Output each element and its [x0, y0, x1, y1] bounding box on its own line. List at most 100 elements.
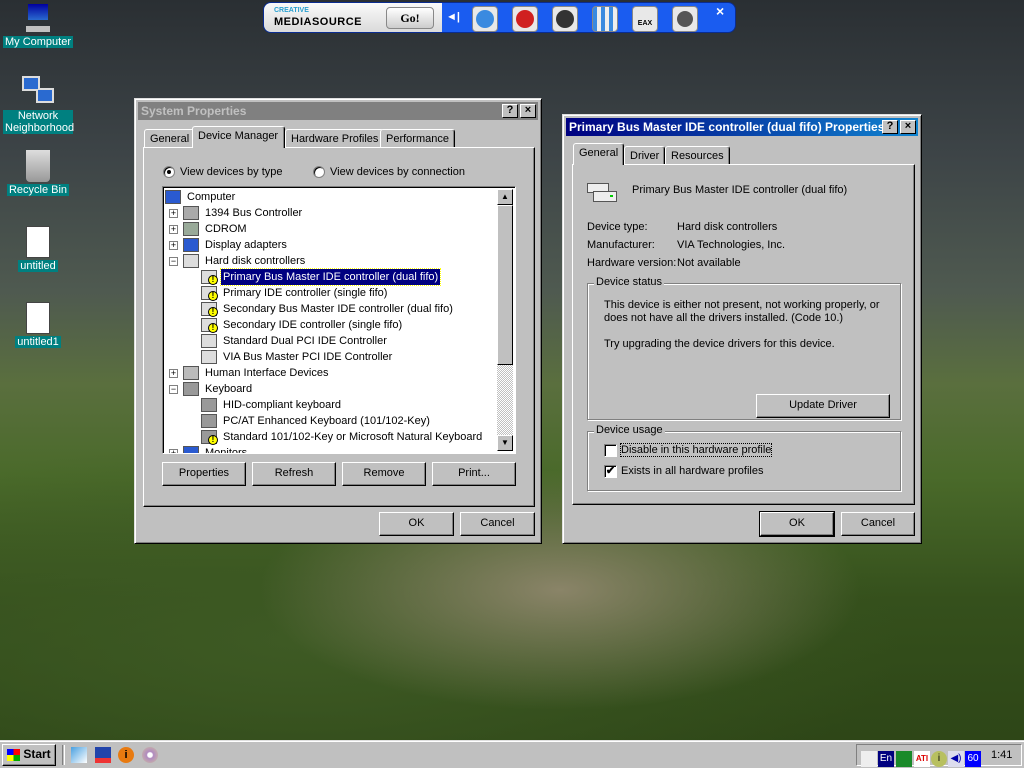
tab-general[interactable]: General	[573, 143, 624, 165]
refresh-rate-badge[interactable]: 60	[965, 751, 981, 767]
cd-player-icon[interactable]	[142, 747, 158, 763]
volume-icon[interactable]: ◀)	[948, 751, 964, 767]
print-button[interactable]: Print...	[432, 462, 516, 486]
hardware-version-value: Not available	[677, 257, 741, 269]
cancel-button[interactable]: Cancel	[841, 512, 915, 536]
close-button[interactable]: ×	[520, 104, 536, 118]
tree-item-label: Standard 101/102-Key or Microsoft Natura…	[223, 431, 483, 443]
tree-item-label: Human Interface Devices	[205, 367, 329, 379]
tree-item[interactable]: Standard Dual PCI IDE Controller	[163, 333, 493, 349]
tree-item[interactable]: + Display adapters	[163, 237, 493, 253]
tab-general[interactable]: General	[144, 129, 196, 148]
view-by-type-label[interactable]: View devices by type	[180, 166, 283, 178]
disk-controller-icon: !	[201, 270, 218, 285]
tree-item[interactable]: Computer	[163, 189, 493, 205]
desktop-icon-my-computer[interactable]: My Computer	[0, 2, 76, 48]
tree-scrollbar[interactable]: ▲ ▼	[497, 189, 513, 451]
tree-item[interactable]: + Monitors	[163, 445, 493, 454]
remove-button[interactable]: Remove	[342, 462, 426, 486]
tab-performance[interactable]: Performance	[380, 129, 455, 148]
paint-document-icon	[26, 226, 50, 258]
desktop-icon-untitled1[interactable]: untitled1	[0, 302, 76, 348]
view-by-type-radio[interactable]	[163, 166, 175, 178]
eax-button[interactable]: EAX	[632, 6, 658, 32]
collapse-toolbar-icon[interactable]: ◄|	[446, 11, 460, 23]
tree-item[interactable]: ! Secondary IDE controller (single fifo)	[163, 317, 493, 333]
tree-item[interactable]: +1394 Bus Controller	[163, 205, 493, 221]
tab-driver[interactable]: Driver	[624, 146, 666, 165]
manufacturer-value: VIA Technologies, Inc.	[677, 239, 786, 251]
info-tray-icon[interactable]: i	[931, 751, 947, 767]
mixer-button[interactable]	[592, 6, 618, 32]
collapse-icon[interactable]: −	[169, 385, 178, 394]
update-driver-button[interactable]: Update Driver	[756, 394, 890, 418]
device-tree[interactable]: + Monitors! Standard 101/102-Key or Micros…	[162, 186, 516, 454]
save-icon[interactable]	[95, 747, 111, 763]
monitor-icon	[183, 446, 199, 453]
language-indicator[interactable]: En	[878, 751, 894, 767]
play-button[interactable]	[472, 6, 498, 32]
expand-icon[interactable]: +	[169, 209, 178, 218]
notepad-icon[interactable]	[71, 747, 87, 763]
collapse-icon[interactable]: −	[169, 257, 178, 266]
scroll-up-button[interactable]: ▲	[497, 189, 513, 205]
disable-label[interactable]: Disable in this hardware profile	[619, 443, 773, 457]
ok-button[interactable]: OK	[379, 512, 454, 536]
tree-item-label: Monitors	[205, 447, 248, 454]
tab-device-manager[interactable]: Device Manager	[192, 126, 285, 148]
speaker-button[interactable]	[552, 6, 578, 32]
view-by-connection-radio[interactable]	[313, 166, 325, 178]
status-line: Try upgrading the device drivers for thi…	[604, 338, 835, 350]
clock[interactable]: 1:41	[991, 749, 1012, 761]
tree-item-label: VIA Bus Master PCI IDE Controller	[223, 351, 393, 363]
expand-icon[interactable]: +	[169, 449, 178, 453]
disable-checkbox[interactable]	[604, 444, 617, 457]
tab-hardware-profiles[interactable]: Hardware Profiles	[285, 129, 385, 148]
tree-item[interactable]: ! Standard 101/102-Key or Microsoft Natur…	[163, 429, 493, 445]
cancel-button[interactable]: Cancel	[460, 512, 535, 536]
bus-controller-icon	[183, 206, 199, 220]
refresh-button[interactable]: Refresh	[252, 462, 336, 486]
radio-button[interactable]	[512, 6, 538, 32]
title-bar[interactable]: Primary Bus Master IDE controller (dual …	[566, 118, 918, 136]
mediasource-logo: CREATIVE MEDIASOURCE Go!	[264, 3, 442, 32]
tree-item[interactable]: + Human Interface Devices	[163, 365, 493, 381]
tree-item[interactable]: HID-compliant keyboard	[163, 397, 493, 413]
scroll-down-button[interactable]: ▼	[497, 435, 513, 451]
expand-icon[interactable]: +	[169, 241, 178, 250]
view-by-connection-label[interactable]: View devices by connection	[330, 166, 465, 178]
desktop-icon-recycle-bin[interactable]: Recycle Bin	[0, 150, 76, 196]
info-icon[interactable]: i	[118, 747, 134, 763]
exists-label[interactable]: Exists in all hardware profiles	[621, 465, 763, 477]
help-button[interactable]: ?	[882, 120, 898, 134]
go-button[interactable]: Go!	[386, 7, 434, 29]
tree-item[interactable]: ! Primary Bus Master IDE controller (dual…	[163, 268, 493, 286]
toolbar-close-button[interactable]: ×	[716, 3, 724, 19]
tree-item[interactable]: ! Secondary Bus Master IDE controller (du…	[163, 301, 493, 317]
properties-button[interactable]: Properties	[162, 462, 246, 486]
tree-item[interactable]: + CDROM	[163, 221, 493, 237]
device-manager-panel: View devices by type View devices by con…	[143, 147, 535, 507]
desktop-icon-network-neighborhood[interactable]: Network Neighborhood	[0, 76, 76, 134]
expand-icon[interactable]: +	[169, 369, 178, 378]
ok-button[interactable]: OK	[759, 511, 835, 537]
tree-item[interactable]: − Keyboard	[163, 381, 493, 397]
scheduler-icon[interactable]	[861, 751, 877, 767]
desktop-icon-untitled[interactable]: untitled	[0, 226, 76, 272]
close-button[interactable]: ×	[900, 120, 916, 134]
tab-resources[interactable]: Resources	[665, 146, 730, 165]
tree-item[interactable]: ! Primary IDE controller (single fifo)	[163, 285, 493, 301]
scroll-thumb[interactable]	[497, 205, 513, 365]
tree-item[interactable]: − Hard disk controllers	[163, 253, 493, 269]
surround-button[interactable]	[672, 6, 698, 32]
ati-icon[interactable]: ATI	[914, 751, 930, 767]
tree-item-label: Display adapters	[205, 239, 287, 251]
exists-checkbox[interactable]: ✔	[604, 465, 617, 478]
tree-item[interactable]: VIA Bus Master PCI IDE Controller	[163, 349, 493, 365]
help-button[interactable]: ?	[502, 104, 518, 118]
tree-item[interactable]: PC/AT Enhanced Keyboard (101/102-Key)	[163, 413, 493, 429]
start-button[interactable]: Start	[2, 744, 56, 766]
expand-icon[interactable]: +	[169, 225, 178, 234]
title-bar[interactable]: System Properties ? ×	[138, 102, 538, 120]
network-status-icon[interactable]	[896, 751, 912, 767]
